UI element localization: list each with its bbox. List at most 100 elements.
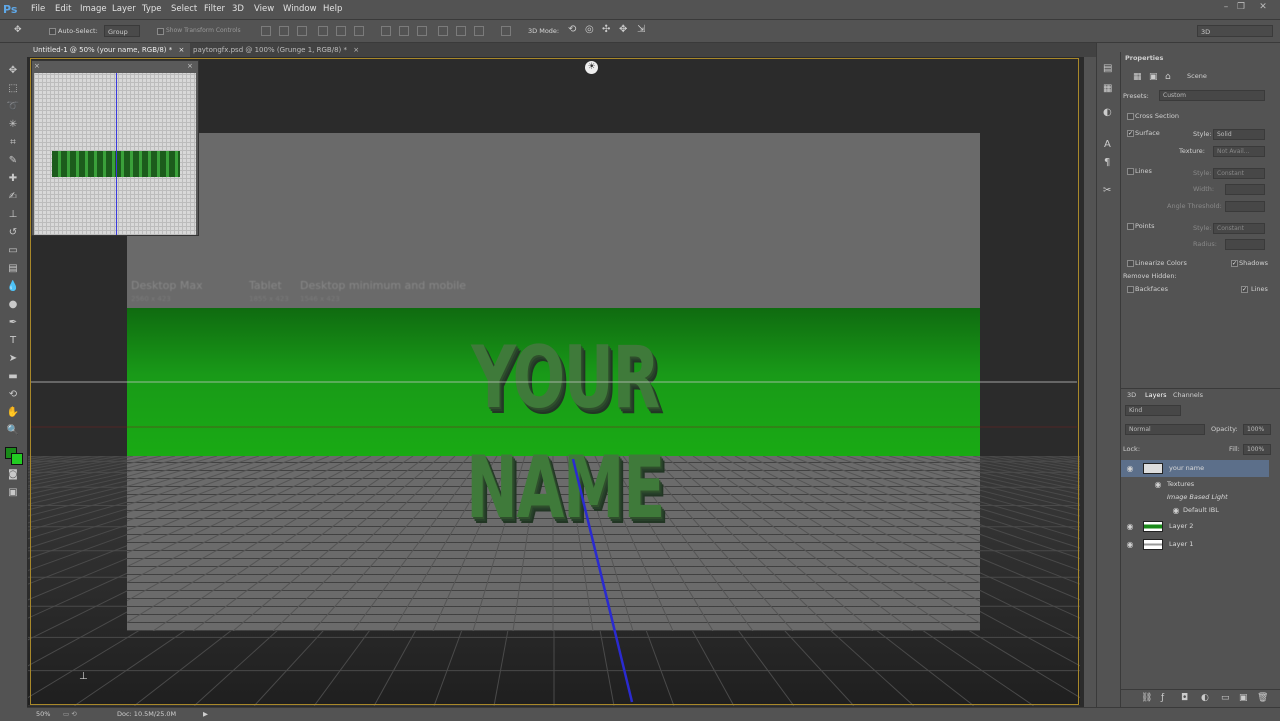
- new-group-icon[interactable]: ▭: [1221, 693, 1230, 703]
- shadows-checkbox[interactable]: ✓: [1231, 260, 1238, 267]
- history-panel-icon[interactable]: ▤: [1103, 63, 1112, 74]
- visibility-eye-icon[interactable]: ◉: [1125, 536, 1135, 553]
- delete-layer-icon[interactable]: 🗑: [1257, 693, 1268, 703]
- lasso-tool-icon[interactable]: ➰: [6, 100, 20, 114]
- auto-select-checkbox[interactable]: [49, 28, 56, 35]
- align-vcenter-icon[interactable]: [279, 26, 289, 36]
- surface-checkbox[interactable]: ✓: [1127, 130, 1134, 137]
- marquee-tool-icon[interactable]: ⬚: [6, 82, 20, 96]
- zoom-level[interactable]: 50%: [36, 708, 50, 721]
- visibility-eye-icon[interactable]: ◉: [1171, 502, 1181, 519]
- scene-icon[interactable]: ▦: [1133, 72, 1142, 82]
- texture-dropdown[interactable]: Not Avail...: [1213, 146, 1265, 157]
- align-right-icon[interactable]: [354, 26, 364, 36]
- move-tool-icon[interactable]: ✥: [6, 64, 20, 78]
- history-brush-tool-icon[interactable]: ↺: [6, 226, 20, 240]
- pen-tool-icon[interactable]: ✒: [6, 316, 20, 330]
- layer-row[interactable]: ◉ Layer 2: [1121, 518, 1269, 535]
- fill-field[interactable]: 100%: [1243, 444, 1271, 455]
- menu-view[interactable]: View: [254, 0, 274, 19]
- adjustments-panel-icon[interactable]: ◐: [1103, 107, 1112, 118]
- menu-3d[interactable]: 3D: [232, 0, 244, 19]
- zoom-tool-icon[interactable]: 🔍: [6, 424, 20, 438]
- type-tool-icon[interactable]: T: [6, 334, 20, 348]
- opacity-field[interactable]: 100%: [1243, 424, 1271, 435]
- lines-checkbox[interactable]: [1127, 168, 1134, 175]
- new-layer-icon[interactable]: ▣: [1239, 693, 1248, 703]
- filter-kind-dropdown[interactable]: Kind: [1125, 405, 1181, 416]
- angle-threshold-field[interactable]: [1225, 201, 1265, 212]
- screen-mode-icon[interactable]: ▣: [6, 486, 20, 500]
- align-hcenter-icon[interactable]: [336, 26, 346, 36]
- menu-window[interactable]: Window: [283, 0, 317, 19]
- pan-3d-icon[interactable]: ✣: [602, 24, 610, 35]
- distribute-vcenter-icon[interactable]: [399, 26, 409, 36]
- mesh-icon[interactable]: ▣: [1149, 72, 1158, 82]
- distribute-right-icon[interactable]: [474, 26, 484, 36]
- close-icon[interactable]: ✕: [1258, 2, 1268, 12]
- background-color-swatch[interactable]: [11, 453, 23, 465]
- menu-filter[interactable]: Filter: [204, 0, 225, 19]
- roll-3d-icon[interactable]: ◎: [585, 24, 594, 35]
- visibility-eye-icon[interactable]: ◉: [1125, 460, 1135, 477]
- move-tool-icon[interactable]: ✥: [14, 25, 22, 35]
- menu-help[interactable]: Help: [323, 0, 342, 19]
- swatches-panel-icon[interactable]: ▦: [1103, 83, 1112, 94]
- distribute-top-icon[interactable]: [381, 26, 391, 36]
- layer-row[interactable]: ◉ Default IBL: [1121, 502, 1269, 519]
- lines-hidden-checkbox[interactable]: ✓: [1241, 286, 1248, 293]
- add-mask-icon[interactable]: ◘: [1181, 693, 1188, 703]
- eraser-tool-icon[interactable]: ▭: [6, 244, 20, 258]
- light-source-icon[interactable]: ☀: [585, 61, 598, 74]
- clone-stamp-tool-icon[interactable]: ⊥: [6, 208, 20, 222]
- menu-image[interactable]: Image: [80, 0, 107, 19]
- shape-tool-icon[interactable]: ▬: [6, 370, 20, 384]
- orbit-3d-icon[interactable]: ⟲: [568, 24, 576, 35]
- navigator-thumbnail[interactable]: [34, 73, 196, 235]
- navigator-menu-icon[interactable]: ×: [187, 62, 193, 70]
- dodge-tool-icon[interactable]: ●: [6, 298, 20, 312]
- healing-brush-tool-icon[interactable]: ✚: [6, 172, 20, 186]
- character-panel-icon[interactable]: A: [1104, 139, 1111, 150]
- navigator-close-icon[interactable]: ×: [34, 62, 40, 70]
- backfaces-checkbox[interactable]: [1127, 286, 1134, 293]
- fx-icon[interactable]: ƒ: [1161, 693, 1164, 703]
- linearize-colors-checkbox[interactable]: [1127, 260, 1134, 267]
- tools-preset-icon[interactable]: ✂: [1103, 185, 1111, 196]
- quick-mask-icon[interactable]: ◙: [6, 468, 20, 482]
- menu-edit[interactable]: Edit: [55, 0, 71, 19]
- brush-tool-icon[interactable]: ✍: [6, 190, 20, 204]
- lines-style-dropdown[interactable]: Constant: [1213, 168, 1265, 179]
- blur-tool-icon[interactable]: 💧: [6, 280, 20, 294]
- path-selection-tool-icon[interactable]: ➤: [6, 352, 20, 366]
- auto-select-dropdown[interactable]: Group: [104, 25, 140, 37]
- menu-select[interactable]: Select: [171, 0, 197, 19]
- magic-wand-tool-icon[interactable]: ✳: [6, 118, 20, 132]
- tab-3d[interactable]: 3D: [1127, 389, 1136, 401]
- tab-paytongfx[interactable]: paytongfx.psd @ 100% (Grunge 1, RGB/8) *…: [187, 43, 365, 57]
- close-tab-icon[interactable]: ×: [353, 46, 359, 54]
- scale-3d-icon[interactable]: ⇲: [637, 24, 645, 35]
- visibility-eye-icon[interactable]: ◉: [1125, 518, 1135, 535]
- layer-row[interactable]: ◉ Layer 1: [1121, 536, 1269, 553]
- distribute-hcenter-icon[interactable]: [456, 26, 466, 36]
- gradient-tool-icon[interactable]: ▤: [6, 262, 20, 276]
- 3d-object-tool-icon[interactable]: ⟲: [6, 388, 20, 402]
- status-icons[interactable]: ▭ ⟲: [63, 708, 77, 721]
- show-transform-checkbox[interactable]: [157, 28, 164, 35]
- cross-section-checkbox[interactable]: [1127, 113, 1134, 120]
- paragraph-panel-icon[interactable]: ¶: [1104, 157, 1110, 168]
- presets-dropdown[interactable]: Custom: [1159, 90, 1265, 101]
- auto-align-icon[interactable]: [501, 26, 511, 36]
- slide-3d-icon[interactable]: ✥: [619, 24, 627, 35]
- points-checkbox[interactable]: [1127, 223, 1134, 230]
- radius-field[interactable]: [1225, 239, 1265, 250]
- workspace-dropdown[interactable]: 3D: [1197, 25, 1273, 37]
- tab-layers[interactable]: Layers: [1145, 389, 1167, 401]
- distribute-bottom-icon[interactable]: [417, 26, 427, 36]
- align-top-icon[interactable]: [261, 26, 271, 36]
- tab-channels[interactable]: Channels: [1173, 389, 1203, 401]
- status-menu-arrow-icon[interactable]: ▶: [203, 708, 208, 721]
- hand-tool-icon[interactable]: ✋: [6, 406, 20, 420]
- menu-file[interactable]: File: [31, 0, 45, 19]
